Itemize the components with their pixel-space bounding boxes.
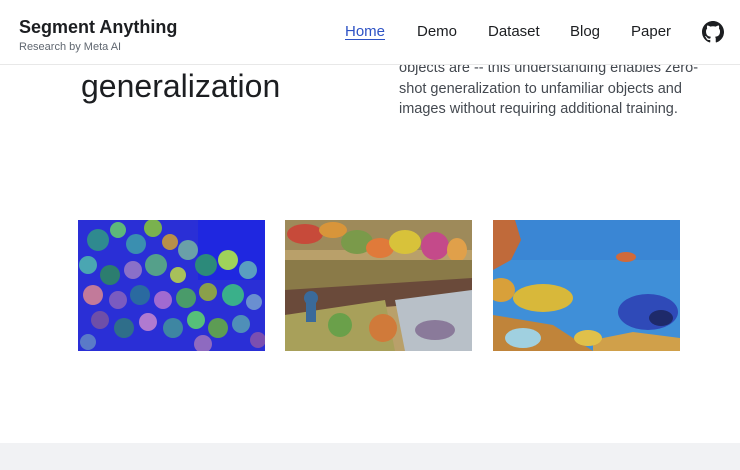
underwater-fish-image (493, 220, 680, 351)
github-icon[interactable] (702, 21, 724, 43)
main-nav: Home Demo Dataset Blog Paper (0, 22, 740, 44)
painting-image (285, 220, 472, 351)
coral-reef-image (78, 220, 265, 351)
hero-description-line: shot generalization to unfamiliar object… (399, 80, 682, 97)
nav-home-link[interactable]: Home (345, 22, 385, 42)
hero-heading: generalization (81, 68, 281, 104)
site-header: Segment Anything Research by Meta AI Hom… (0, 0, 740, 65)
footer-band (0, 443, 740, 470)
nav-dataset-link[interactable]: Dataset (488, 22, 540, 42)
hero-description: objects are -- this understanding enable… (399, 58, 699, 120)
hero-description-line: images without requiring additional trai… (399, 101, 678, 117)
nav-blog-link[interactable]: Blog (570, 22, 600, 42)
nav-paper-link[interactable]: Paper (631, 22, 671, 42)
nav-demo-link[interactable]: Demo (417, 22, 457, 42)
